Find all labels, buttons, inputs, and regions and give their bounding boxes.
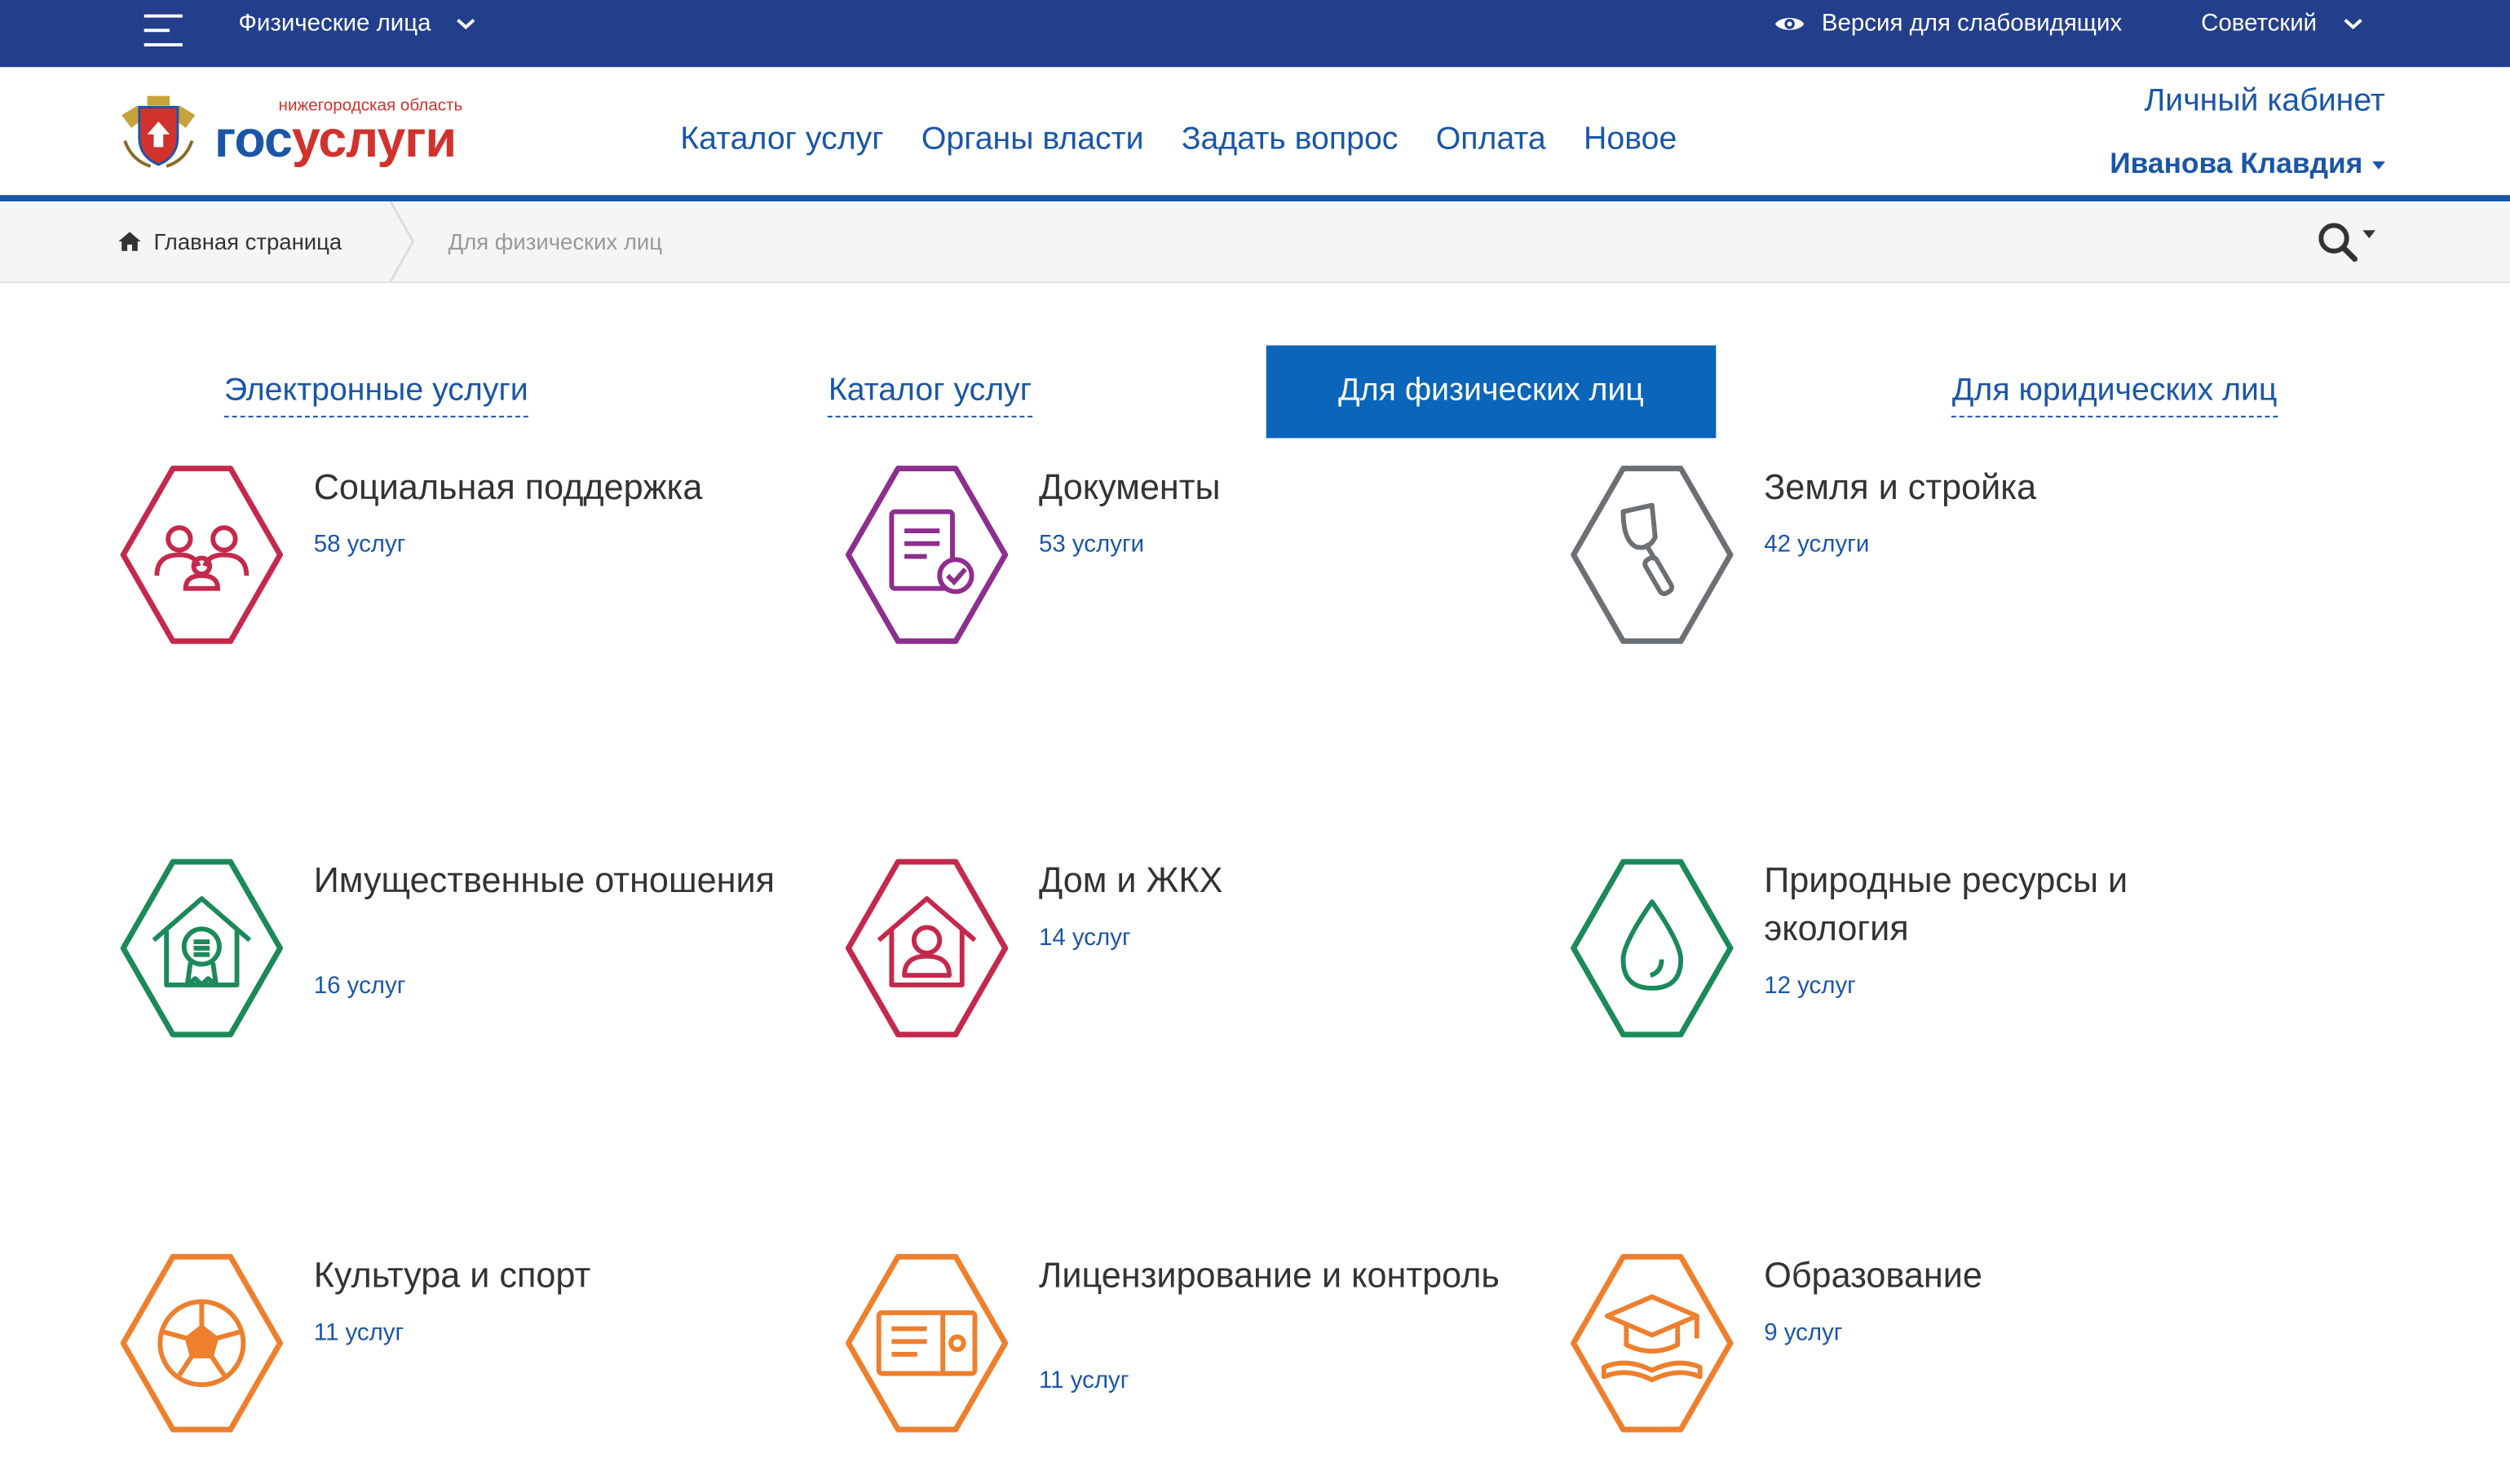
audience-select[interactable]: Физические лица — [238, 0, 476, 48]
accessibility-label: Версия для слабовидящих — [1821, 9, 2123, 38]
top-bar: Физические лица Версия для слабовидящих … — [0, 0, 2510, 68]
eye-icon — [1774, 18, 1805, 30]
category-count: 53 услуги — [1038, 531, 1145, 559]
nav-item-ask-question[interactable]: Задать вопрос — [1182, 121, 1399, 157]
category-count: 11 услуг — [313, 1318, 404, 1347]
caret-down-icon — [2372, 161, 2385, 170]
category-card-natural-resources[interactable]: Природные ресурсы и экология 12 услуг — [1569, 857, 2274, 1065]
people-icon — [120, 466, 283, 644]
category-title: Социальная поддержка — [313, 466, 703, 507]
nav-item-payment[interactable]: Оплата — [1436, 121, 1546, 157]
category-count: 11 услуг — [1038, 1367, 1129, 1394]
category-title: Имущественные отношения — [313, 860, 775, 901]
tab-label: Для юридических лиц — [1951, 372, 2277, 417]
search-button[interactable] — [2318, 221, 2388, 263]
breadcrumb-separator — [389, 201, 415, 282]
logo-text: госуслуги — [214, 110, 457, 168]
nav-item-catalog[interactable]: Каталог услуг — [680, 121, 883, 157]
category-title: Культура и спорт — [313, 1255, 591, 1296]
main-nav: Каталог услуг Органы власти Задать вопро… — [680, 121, 1705, 158]
nav-item-authorities[interactable]: Органы власти — [921, 121, 1144, 157]
tab-individuals[interactable]: Для физических лиц — [1266, 345, 1717, 439]
tab-electronic-services[interactable]: Электронные услуги — [176, 346, 577, 439]
breadcrumb: Главная страница Для физических лиц — [0, 201, 2510, 284]
category-count: 16 услуг — [313, 972, 406, 1000]
soccer-ball-icon — [120, 1253, 283, 1433]
category-card-culture-sport[interactable]: Культура и спорт 11 услуг — [118, 1252, 823, 1460]
category-title: Дом и ЖКХ — [1038, 860, 1223, 901]
document-check-icon — [845, 466, 1009, 644]
personal-cabinet-link[interactable]: Личный кабинет — [2145, 83, 2385, 120]
category-count: 12 услуг — [1764, 972, 1856, 1000]
category-title: Земля и стройка — [1764, 466, 2037, 507]
chevron-down-icon — [457, 19, 476, 30]
category-card-property-relations[interactable]: Имущественные отношения 16 услуг — [118, 857, 823, 1065]
category-count: 42 услуги — [1764, 531, 1870, 559]
site-logo[interactable]: нижегородская область госуслуги — [115, 90, 499, 179]
district-select[interactable]: Советский — [2201, 0, 2362, 48]
water-drop-icon — [1571, 859, 1734, 1038]
logo-text-part1: гос — [214, 110, 293, 168]
tab-service-catalog[interactable]: Каталог услуг — [753, 346, 1108, 439]
user-menu[interactable]: Иванова Клавдия — [2110, 147, 2385, 180]
category-title: Образование — [1764, 1255, 1982, 1296]
graduation-cap-icon — [1571, 1253, 1734, 1433]
search-icon — [2318, 223, 2358, 263]
district-select-label: Советский — [2201, 9, 2318, 38]
header-divider — [0, 195, 2510, 202]
category-title: Документы — [1038, 466, 1221, 507]
tab-label: Для физических лиц — [1338, 372, 1644, 409]
category-title: Природные ресурсы и экология — [1764, 860, 2128, 948]
menu-icon[interactable] — [144, 11, 183, 56]
audience-select-label: Физические лица — [238, 9, 431, 38]
category-count: 9 услуг — [1764, 1318, 1843, 1347]
chevron-down-icon — [2343, 19, 2362, 30]
breadcrumb-home[interactable]: Главная страница — [118, 228, 342, 254]
tab-legal-entities[interactable]: Для юридических лиц — [1905, 346, 2324, 439]
house-person-icon — [845, 859, 1009, 1038]
user-name: Иванова Клавдия — [2110, 147, 2363, 179]
category-card-education[interactable]: Образование 9 услуг — [1569, 1252, 2274, 1460]
accessibility-link[interactable]: Версия для слабовидящих — [1774, 0, 2122, 48]
trowel-icon — [1571, 466, 1734, 644]
license-icon — [845, 1253, 1009, 1433]
caret-down-icon — [2362, 230, 2376, 239]
breadcrumb-current: Для физических лиц — [448, 228, 662, 254]
breadcrumb-home-label: Главная страница — [153, 228, 342, 254]
category-card-social-support[interactable]: Социальная поддержка 58 услуг — [118, 464, 823, 672]
home-icon — [118, 232, 141, 251]
category-card-documents[interactable]: Документы 53 услуги — [844, 464, 1549, 672]
tab-label: Электронные услуги — [223, 372, 528, 417]
category-title: Лицензирование и контроль — [1038, 1255, 1500, 1296]
nav-item-new[interactable]: Новое — [1584, 121, 1677, 157]
category-card-licensing-control[interactable]: Лицензирование и контроль 11 услуг — [844, 1252, 1549, 1460]
house-certificate-icon — [120, 859, 283, 1038]
coat-of-arms-icon — [122, 95, 196, 168]
category-card-land-construction[interactable]: Земля и стройка 42 услуги — [1569, 464, 2274, 672]
category-count: 14 услуг — [1038, 924, 1131, 952]
category-count: 58 услуг — [313, 531, 406, 559]
category-card-housing-utilities[interactable]: Дом и ЖКХ 14 услуг — [844, 857, 1549, 1065]
site-header: нижегородская область госуслуги Каталог … — [0, 67, 2510, 197]
tab-label: Каталог услуг — [829, 372, 1032, 417]
logo-text-part2: услуги — [291, 110, 457, 168]
